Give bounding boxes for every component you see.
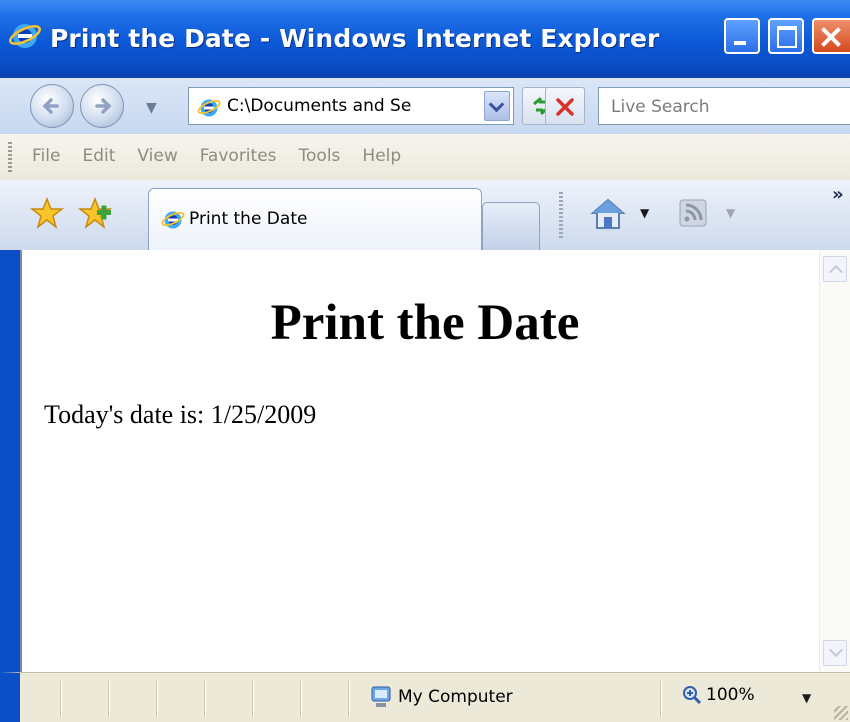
status-cell (300, 681, 302, 717)
address-dropdown-button[interactable] (484, 91, 510, 121)
menu-help[interactable]: Help (362, 146, 401, 166)
toolbar-separator (559, 192, 563, 240)
zoom-level: 100% (706, 685, 755, 705)
security-zone[interactable]: My Computer (370, 685, 513, 709)
address-toolbar: ▼ C:\Documents and Se Live Search (0, 78, 850, 135)
menu-tools[interactable]: Tools (299, 146, 341, 166)
tab-ie-icon (161, 211, 185, 229)
close-button[interactable] (812, 18, 850, 54)
status-cell (60, 681, 62, 717)
stop-icon (556, 98, 574, 116)
menu-bar: File Edit View Favorites Tools Help (0, 134, 850, 181)
status-cell (204, 681, 206, 717)
search-placeholder: Live Search (611, 97, 710, 117)
status-cell (252, 681, 254, 717)
status-cell (108, 681, 110, 717)
recent-pages-dropdown-icon[interactable]: ▼ (146, 100, 157, 116)
minimize-button[interactable] (724, 18, 760, 54)
status-bar: My Computer 100% ▼ (0, 672, 850, 722)
scroll-up-button[interactable] (823, 256, 847, 282)
feeds-icon[interactable] (678, 198, 708, 228)
page-content: Print the Date Today's date is: 1/25/200… (0, 250, 850, 672)
home-dropdown-icon[interactable]: ▼ (640, 206, 649, 220)
address-bar[interactable]: C:\Documents and Se (188, 87, 514, 125)
page-heading: Print the Date (270, 295, 580, 351)
favorites-center-star-icon[interactable] (30, 196, 64, 230)
title-bar: Print the Date - Windows Internet Explor… (0, 0, 850, 78)
zoom-icon (683, 686, 702, 705)
status-cell (348, 681, 350, 717)
zoom-control[interactable]: 100% (682, 685, 755, 705)
back-arrow-icon (42, 98, 59, 114)
scroll-down-button[interactable] (823, 640, 847, 666)
window-title: Print the Date - Windows Internet Explor… (50, 24, 660, 53)
zone-label: My Computer (398, 687, 513, 707)
home-icon[interactable] (590, 196, 626, 232)
vertical-scrollbar[interactable] (819, 250, 850, 672)
more-tools-chevron-icon[interactable]: » (832, 184, 844, 205)
add-favorites-star-icon[interactable] (78, 196, 112, 230)
back-button[interactable] (30, 84, 74, 128)
status-cell (156, 681, 158, 717)
toolbar-grip[interactable] (8, 142, 12, 172)
menu-view[interactable]: View (137, 146, 177, 166)
menu-edit[interactable]: Edit (82, 146, 115, 166)
maximize-button[interactable] (768, 18, 804, 54)
new-tab-button[interactable] (482, 202, 540, 250)
feeds-dropdown-icon[interactable]: ▼ (726, 206, 735, 220)
resize-grip[interactable] (834, 706, 848, 720)
search-box[interactable]: Live Search (598, 87, 850, 125)
page-date-text: Today's date is: 1/25/2009 (44, 400, 317, 429)
page-ie-icon (197, 99, 221, 117)
status-cell (660, 681, 662, 717)
zoom-dropdown-icon[interactable]: ▼ (802, 691, 811, 705)
tab-label: Print the Date (189, 209, 308, 229)
stop-button[interactable] (545, 87, 585, 125)
forward-button[interactable] (80, 84, 124, 128)
address-text: C:\Documents and Se (227, 96, 412, 116)
ie-logo-icon (9, 24, 41, 48)
menu-file[interactable]: File (32, 146, 60, 166)
tab-print-the-date[interactable]: Print the Date (148, 188, 482, 250)
forward-arrow-icon (95, 98, 112, 114)
my-computer-icon (371, 686, 391, 707)
tab-bar: Print the Date ▼ ▼ » (0, 180, 850, 251)
menu-favorites[interactable]: Favorites (200, 146, 277, 166)
